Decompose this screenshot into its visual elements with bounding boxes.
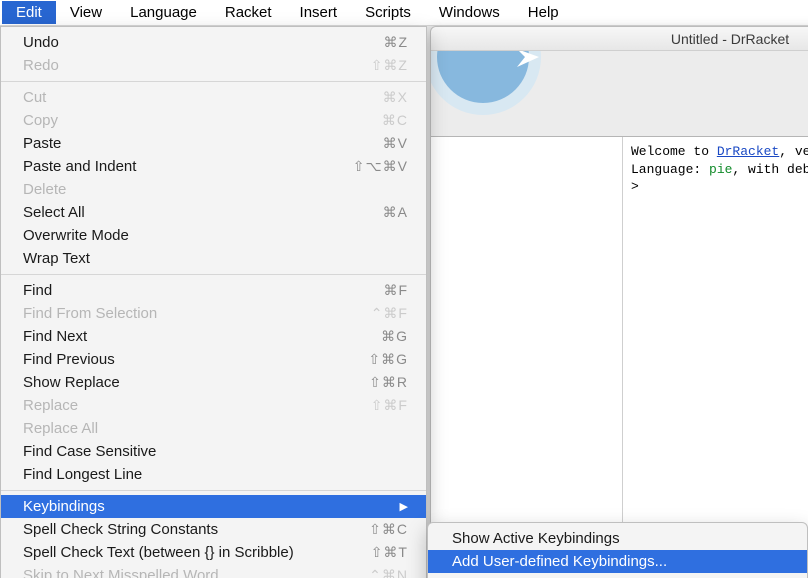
menu-item-replace-all: Replace All (1, 417, 426, 440)
welcome-prefix: Welcome to (631, 144, 717, 159)
menu-item-label: Replace (23, 397, 338, 414)
welcome-suffix: , ver (779, 144, 808, 159)
menu-item-shortcut: ⇧⌘Z (338, 57, 408, 74)
content-area: Welcome to DrRacket, ver Language: pie, … (431, 137, 808, 577)
menu-item-label: Delete (23, 181, 338, 198)
submenu-item-add-user-defined-keybindings[interactable]: Add User-defined Keybindings... (428, 550, 807, 573)
menubar-item-insert[interactable]: Insert (286, 1, 352, 24)
menu-item-redo: Redo⇧⌘Z (1, 54, 426, 77)
app-window: Untitled - DrRacket Welcome to DrRacket,… (430, 26, 808, 578)
menu-item-skip-to-next-misspelled-word: Skip to Next Misspelled Word⌃⌘N (1, 564, 426, 578)
menubar-item-scripts[interactable]: Scripts (351, 1, 425, 24)
submenu-item-label: Add User-defined Keybindings... (452, 553, 789, 570)
menu-item-shortcut: ⌘C (338, 112, 408, 129)
menu-item-copy: Copy⌘C (1, 109, 426, 132)
menu-item-keybindings[interactable]: Keybindings ▶ (1, 495, 426, 518)
menu-item-cut: Cut⌘X (1, 86, 426, 109)
language-prefix: Language: (631, 162, 709, 177)
menu-item-label: Paste and Indent (23, 158, 338, 175)
menubar-item-help[interactable]: Help (514, 1, 573, 24)
menu-item-spell-check-string-constants[interactable]: Spell Check String Constants⇧⌘C (1, 518, 426, 541)
interactions-pane[interactable]: Welcome to DrRacket, ver Language: pie, … (623, 137, 808, 577)
menu-item-label: Keybindings (23, 498, 392, 515)
menu-item-shortcut: ⇧⌘G (338, 351, 408, 368)
menu-item-label: Spell Check Text (between {} in Scribble… (23, 544, 338, 561)
menubar-item-view[interactable]: View (56, 1, 116, 24)
menu-item-spell-check-text-between-in-scribble[interactable]: Spell Check Text (between {} in Scribble… (1, 541, 426, 564)
menu-separator (1, 274, 426, 275)
edit-menu-dropdown: Undo⌘ZRedo⇧⌘ZCut⌘XCopy⌘CPaste⌘VPaste and… (0, 26, 427, 578)
menu-item-shortcut: ⇧⌘T (338, 544, 408, 561)
repl-prompt: > (631, 178, 808, 196)
menu-item-label: Replace All (23, 420, 338, 437)
menu-item-shortcut: ⌘G (338, 328, 408, 345)
menubar-item-windows[interactable]: Windows (425, 1, 514, 24)
menu-item-label: Copy (23, 112, 338, 129)
submenu-item-add-user-defined-keybindings-from-planet[interactable]: Add User-defined Keybindings from PLaneT… (428, 573, 807, 578)
menu-item-shortcut: ⌃⌘F (338, 305, 408, 322)
drracket-link[interactable]: DrRacket (717, 144, 779, 159)
menu-item-show-replace[interactable]: Show Replace⇧⌘R (1, 371, 426, 394)
menu-separator (1, 490, 426, 491)
submenu-item-label: Show Active Keybindings (452, 530, 789, 547)
menu-item-wrap-text[interactable]: Wrap Text (1, 247, 426, 270)
menu-item-label: Find (23, 282, 338, 299)
menu-item-label: Undo (23, 34, 338, 51)
menu-item-label: Select All (23, 204, 338, 221)
app-logo-icon (431, 51, 551, 127)
menu-item-find[interactable]: Find⌘F (1, 279, 426, 302)
menu-item-label: Find Next (23, 328, 338, 345)
menu-item-label: Wrap Text (23, 250, 338, 267)
menu-item-shortcut: ⌘X (338, 89, 408, 106)
menu-item-paste[interactable]: Paste⌘V (1, 132, 426, 155)
menu-item-label: Find Longest Line (23, 466, 338, 483)
menu-item-label: Find Case Sensitive (23, 443, 338, 460)
menu-separator (1, 81, 426, 82)
menu-item-shortcut: ⌘F (338, 282, 408, 299)
menu-item-label: Spell Check String Constants (23, 521, 338, 538)
menu-item-shortcut: ⌃⌘N (338, 567, 408, 578)
menubar-item-racket[interactable]: Racket (211, 1, 286, 24)
submenu-arrow-icon: ▶ (400, 500, 408, 513)
menu-item-replace: Replace⇧⌘F (1, 394, 426, 417)
menu-item-shortcut: ⌘Z (338, 34, 408, 51)
menu-item-shortcut: ⇧⌘R (338, 374, 408, 391)
menu-item-select-all[interactable]: Select All⌘A (1, 201, 426, 224)
language-suffix: , with debug (732, 162, 808, 177)
menu-item-shortcut: ⇧⌘F (338, 397, 408, 414)
menu-item-delete: Delete (1, 178, 426, 201)
menubar-item-edit[interactable]: Edit (2, 1, 56, 24)
menu-item-label: Find From Selection (23, 305, 338, 322)
language-line: Language: pie, with debug (631, 161, 808, 179)
menubar: EditViewLanguageRacketInsertScriptsWindo… (0, 0, 808, 26)
submenu-item-show-active-keybindings[interactable]: Show Active Keybindings (428, 527, 807, 550)
menu-item-find-previous[interactable]: Find Previous⇧⌘G (1, 348, 426, 371)
menu-item-find-case-sensitive[interactable]: Find Case Sensitive (1, 440, 426, 463)
menu-item-label: Cut (23, 89, 338, 106)
menubar-item-language[interactable]: Language (116, 1, 211, 24)
menu-item-shortcut: ⌘V (338, 135, 408, 152)
menu-item-label: Redo (23, 57, 338, 74)
menu-item-shortcut: ⇧⌥⌘V (338, 158, 408, 175)
menu-item-label: Show Replace (23, 374, 338, 391)
menu-item-label: Overwrite Mode (23, 227, 338, 244)
menu-item-label: Find Previous (23, 351, 338, 368)
window-title: Untitled - DrRacket (431, 27, 808, 51)
menu-item-overwrite-mode[interactable]: Overwrite Mode (1, 224, 426, 247)
language-value: pie (709, 162, 732, 177)
menu-item-label: Skip to Next Misspelled Word (23, 567, 338, 578)
menu-item-find-next[interactable]: Find Next⌘G (1, 325, 426, 348)
menu-item-find-from-selection: Find From Selection⌃⌘F (1, 302, 426, 325)
menu-item-undo[interactable]: Undo⌘Z (1, 31, 426, 54)
menu-item-shortcut: ⌘A (338, 204, 408, 221)
definitions-pane[interactable] (431, 137, 623, 577)
welcome-line: Welcome to DrRacket, ver (631, 143, 808, 161)
menu-item-shortcut: ⇧⌘C (338, 521, 408, 538)
menu-item-label: Paste (23, 135, 338, 152)
window-toolbar (431, 51, 808, 137)
menu-item-paste-and-indent[interactable]: Paste and Indent⇧⌥⌘V (1, 155, 426, 178)
menu-item-find-longest-line[interactable]: Find Longest Line (1, 463, 426, 486)
keybindings-submenu: Show Active Keybindings Add User-defined … (427, 522, 808, 578)
